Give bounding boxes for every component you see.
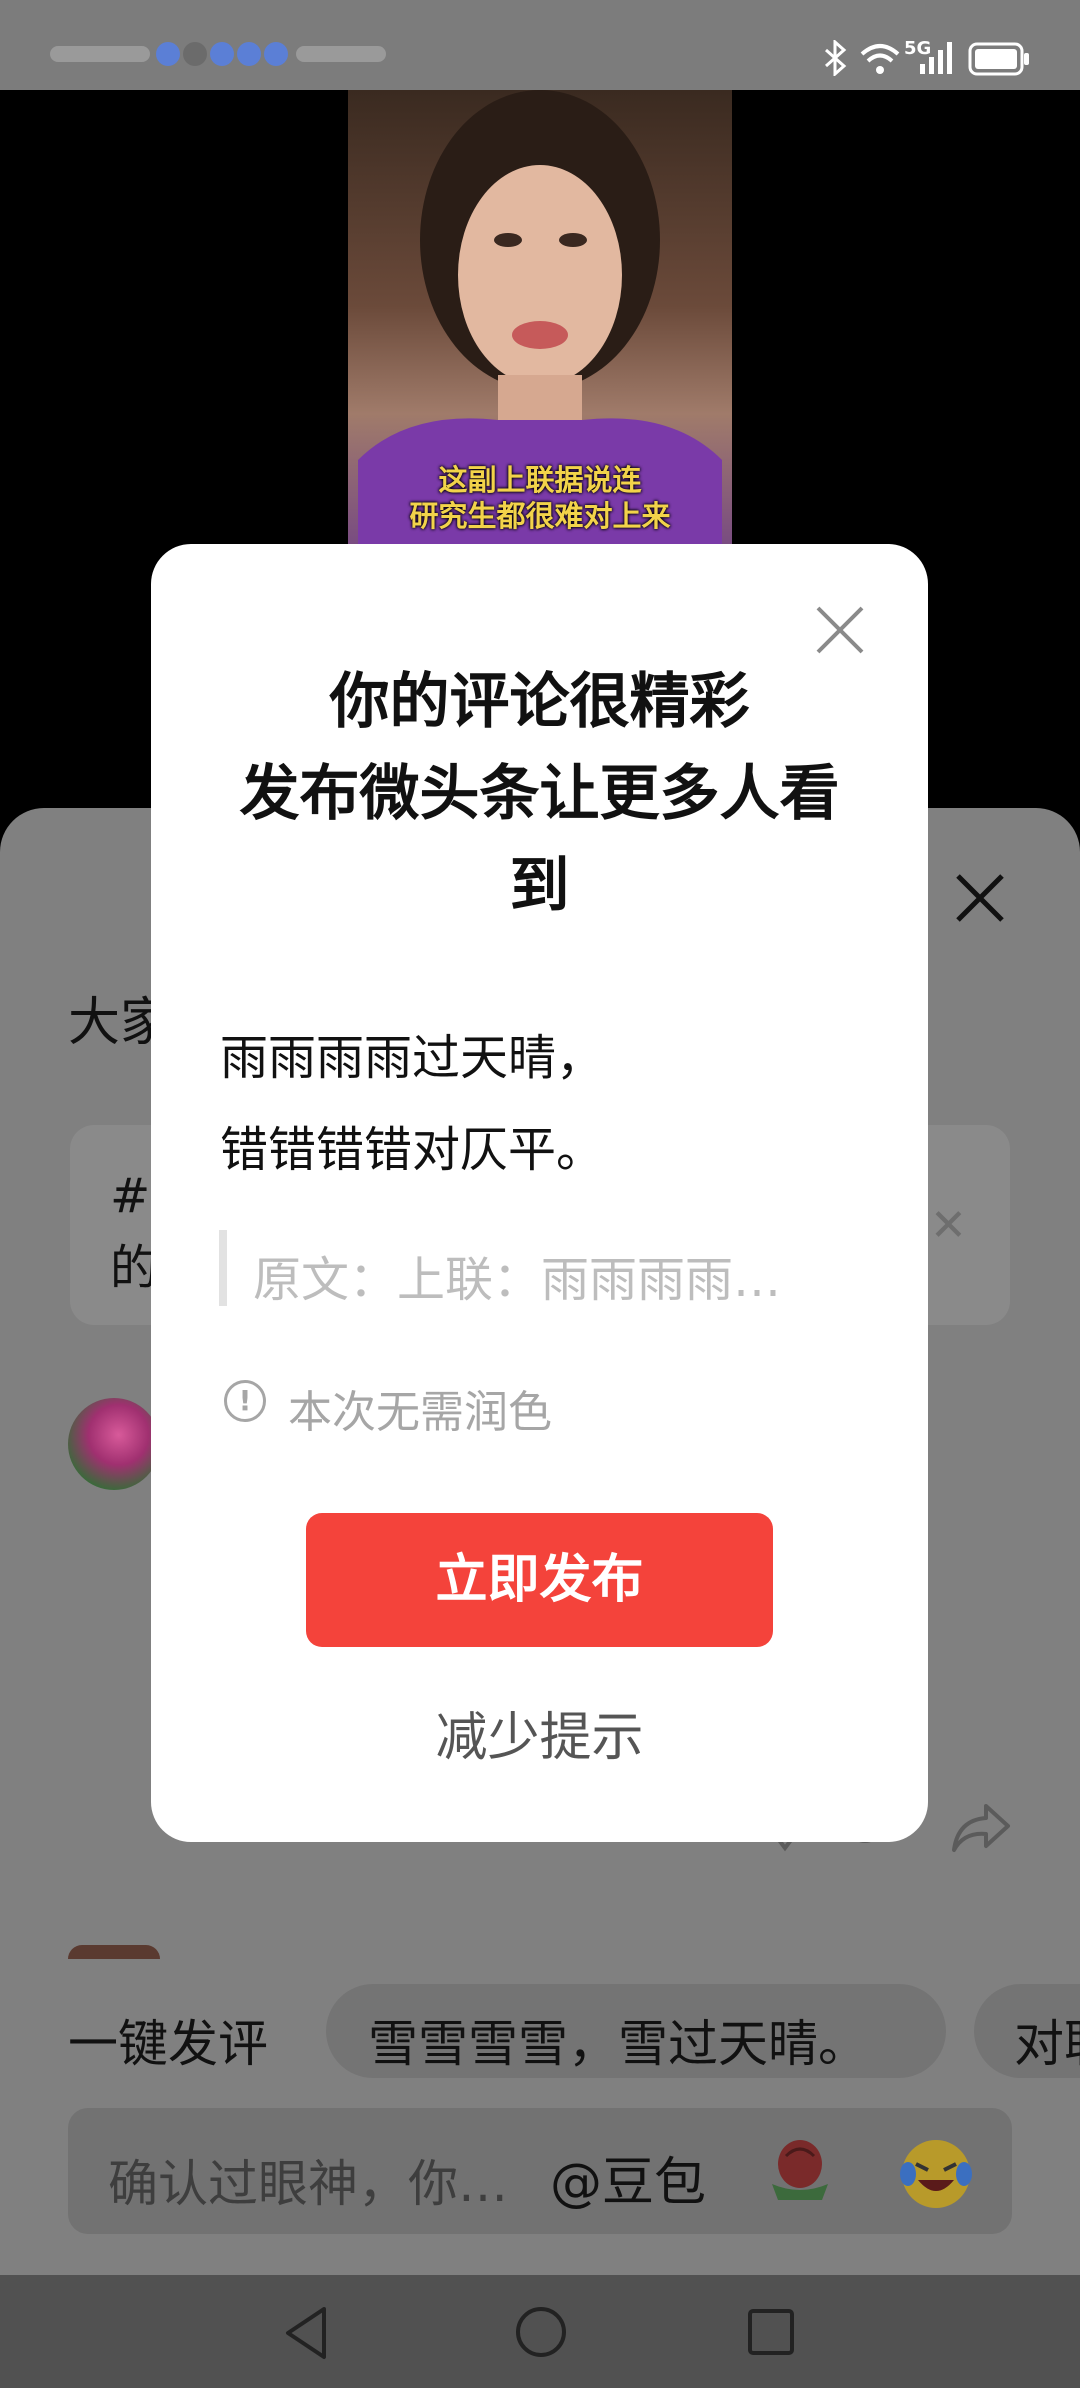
signal-icon [920,42,956,78]
share-icon[interactable] [950,1800,1012,1860]
laughing-emoji-icon[interactable] [896,2134,976,2214]
comment-input-placeholder: 确认过眼神，你… [108,2155,508,2213]
battery-icon [968,42,1030,80]
status-bar: 5G [0,0,1080,90]
comment-line: 错错错错对仄平。 [220,1122,605,1178]
rose-emoji-icon[interactable] [762,2134,838,2204]
publish-button[interactable]: 立即发布 [306,1513,773,1647]
info-icon: ! [224,1380,266,1422]
dialog-close-icon[interactable] [812,602,868,658]
home-nav-icon[interactable] [514,2305,568,2363]
dialog-title: 你的评论很精彩 发布微头条让更多人看 到 [151,656,928,932]
reduce-prompts-button[interactable]: 减少提示 [151,1695,928,1770]
next-comment-avatar [68,1945,160,1959]
dialog-title-line: 你的评论很精彩 [329,667,750,737]
dialog-title-line: 到 [509,851,570,921]
video-subtitle: 这副上联据说连 研究生都很难对上来 [348,462,732,534]
polish-notice: 本次无需润色 [288,1387,552,1438]
original-quote: 原文：上联：雨雨雨雨… [253,1252,782,1308]
notification-icons [50,40,390,70]
subtitle-line: 这副上联据说连 [438,463,642,497]
wifi-icon [858,42,902,80]
avatar[interactable] [68,1398,160,1490]
sheet-close-icon[interactable] [950,868,1010,928]
comment-text: 雨雨雨雨过天晴， 错错错错对仄平。 [220,1012,604,1196]
quick-comment-chip-text: 雪雪雪雪，雪过天晴。 [368,2015,868,2073]
quick-comment-chip-text: 对联 [1014,2015,1080,2073]
mention-doubao-button[interactable]: @豆包 [550,2140,706,2215]
subtitle-line: 研究生都很难对上来 [409,499,671,533]
recents-nav-icon[interactable] [746,2307,796,2361]
quote-bar [219,1230,227,1306]
navigation-bar [0,2275,1080,2388]
bluetooth-icon [822,38,848,80]
back-nav-icon[interactable] [282,2305,332,2365]
topic-close-icon[interactable]: ✕ [930,1200,967,1251]
quick-comment-label: 一键发评 [68,2015,268,2073]
dialog-title-line: 发布微头条让更多人看 [239,759,840,829]
comment-line: 雨雨雨雨过天晴， [220,1030,605,1086]
